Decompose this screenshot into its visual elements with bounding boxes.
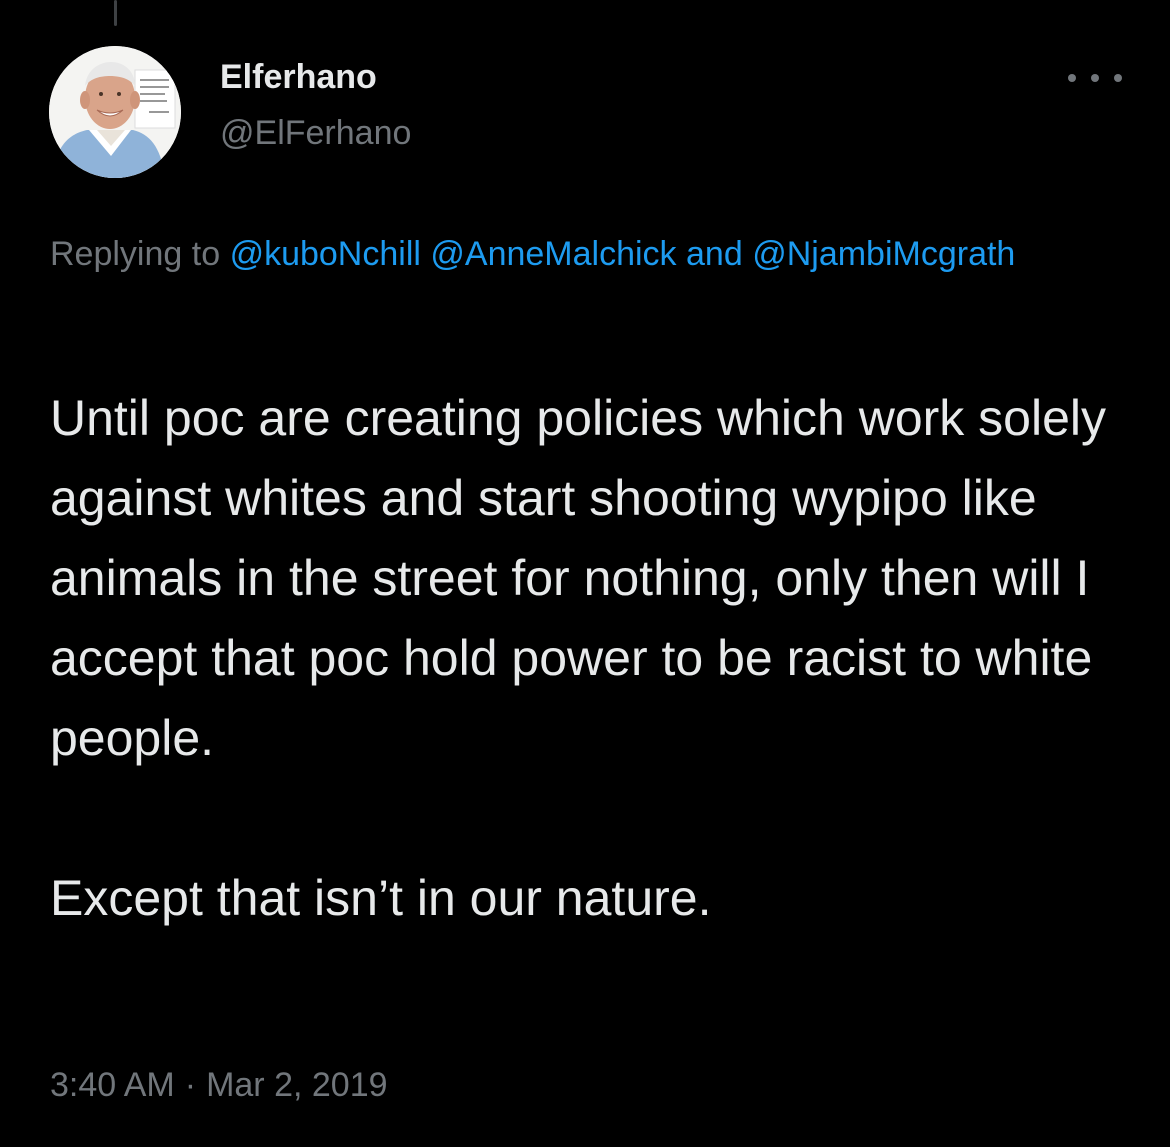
mention-link[interactable]: @NjambiMcgrath [752, 235, 1015, 273]
dot [1091, 74, 1099, 82]
mention-link[interactable]: @AnneMalchick [430, 235, 676, 273]
replying-to-label: Replying to [50, 235, 221, 273]
dot [1114, 74, 1122, 82]
tweet-time: 3:40 AM [50, 1066, 175, 1104]
tweet-date: Mar 2, 2019 [206, 1066, 388, 1104]
meta-separator: · [184, 1066, 197, 1104]
mention-joiner[interactable]: and [686, 235, 743, 273]
tweet-timestamp[interactable]: 3:40 AM · Mar 2, 2019 [50, 1066, 388, 1105]
mention-link[interactable]: @kuboNchill [230, 235, 421, 273]
author-avatar[interactable] [49, 46, 181, 178]
tweet-paragraph: Until poc are creating policies which wo… [50, 390, 1120, 766]
dot [1068, 74, 1076, 82]
author-handle[interactable]: @ElFerhano [220, 114, 411, 153]
author-display-name[interactable]: Elferhano [220, 58, 377, 97]
avatar-photo-icon [49, 46, 181, 178]
tweet-text: Until poc are creating policies which wo… [50, 378, 1140, 938]
thread-connector-line [114, 0, 117, 26]
tweet-paragraph: Except that isn’t in our nature. [50, 870, 712, 926]
replying-to-line: Replying to @kuboNchill @AnneMalchick an… [50, 228, 1130, 280]
more-options-ellipsis-icon[interactable] [1068, 64, 1122, 92]
